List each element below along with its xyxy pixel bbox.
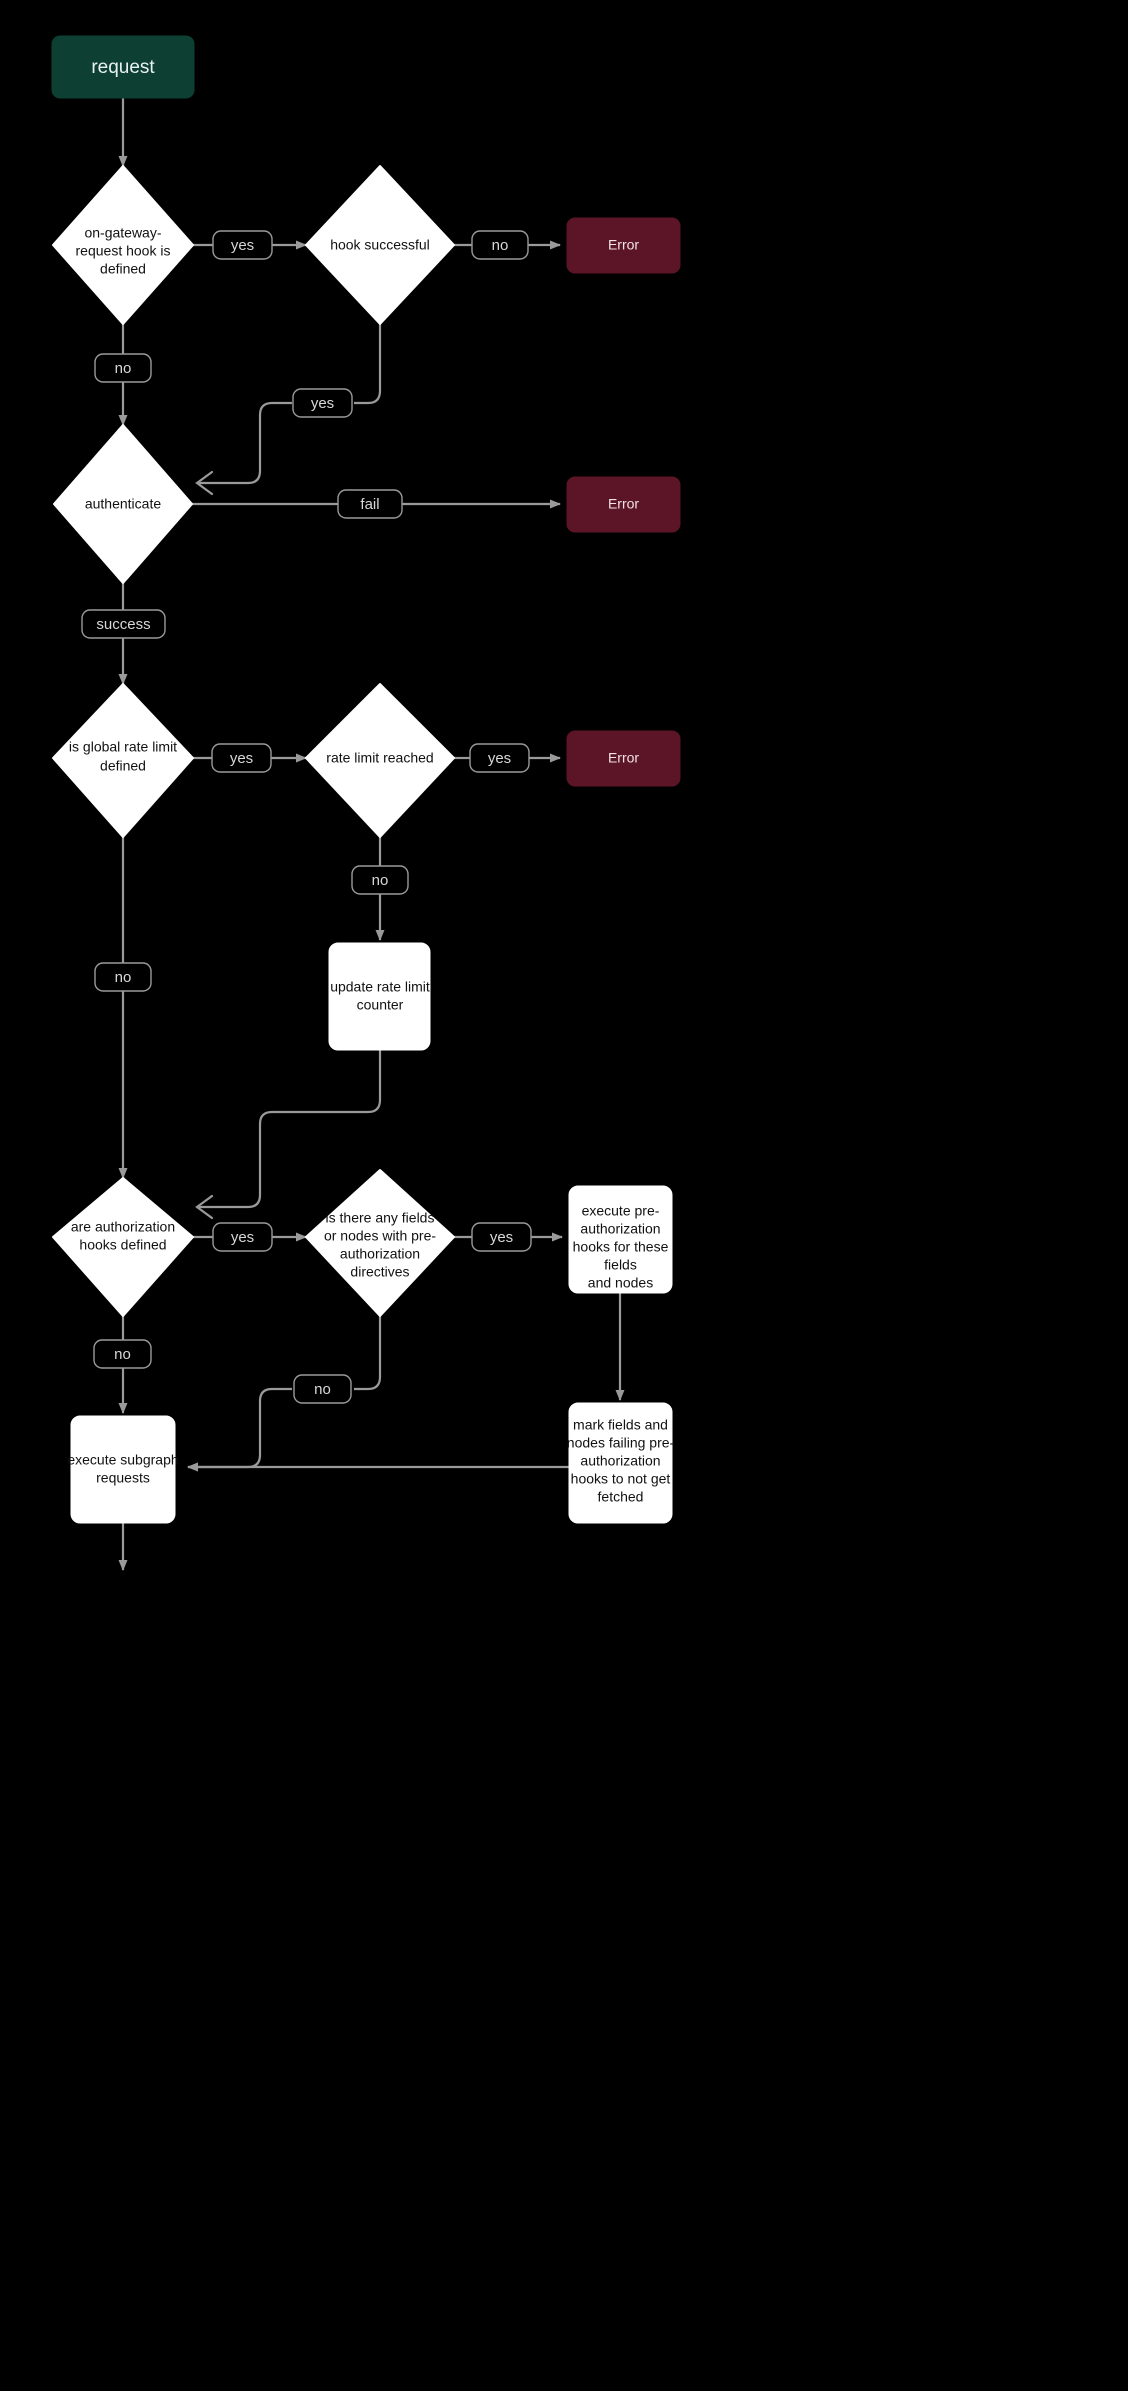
node-mark-fields-nodes[interactable]: mark fields and nodes failing pre- autho… [567, 1402, 675, 1524]
edge-label-ratelimitreached-no: no [351, 865, 409, 895]
edge-label-preauth-no: no [293, 1374, 352, 1404]
flowchart-canvas: request on-gateway- request hook is defi… [0, 0, 1128, 2391]
mark-fields-label-line1: mark fields and [573, 1417, 668, 1433]
node-error-ratelimit[interactable]: Error [566, 730, 681, 787]
flowchart-diagram: request on-gateway- request hook is defi… [51, 35, 681, 1571]
preauth-directives-label-line2: or nodes with pre- [324, 1228, 436, 1244]
edge-label-authzhooks-no: no [93, 1339, 152, 1369]
edge-preauth-no-tosubgraph [187, 1387, 292, 1472]
auth-fail-text: fail [360, 496, 379, 513]
edge-label-ratelimitdefined-no: no [94, 962, 152, 992]
on-gateway-hook-label-line1: on-gateway- [84, 225, 161, 241]
hook-successful-label: hook successful [330, 237, 430, 253]
error-hook-label: Error [608, 237, 639, 253]
execute-preauth-label-line5: and nodes [588, 1275, 653, 1291]
node-update-rate-limit-counter[interactable]: update rate limit counter [328, 942, 431, 1051]
hook-success-yes-text: yes [311, 395, 334, 412]
edge-hooksuccess-yes-down [354, 324, 382, 405]
node-are-authorization-hooks-defined[interactable]: are authorization hooks defined [52, 1177, 194, 1317]
edges-layer [118, 98, 625, 1571]
ratelimitreached-no-text: no [372, 872, 389, 889]
mark-fields-label-line4: hooks to not get [571, 1471, 671, 1487]
mark-fields-label-line2: nodes failing pre- [567, 1435, 675, 1451]
edge-label-hook-success-yes: yes [292, 388, 353, 418]
edge-label-hook-defined-no: no [94, 353, 152, 383]
authzhooks-no-text: no [114, 1346, 131, 1363]
edge-label-auth-fail: fail [337, 489, 403, 519]
edge-label-authzhooks-yes: yes [212, 1222, 273, 1252]
authenticate-label: authenticate [85, 496, 161, 512]
on-gateway-hook-label-line2: request hook is [76, 243, 171, 259]
edge-hooksuccess-yes-loop [199, 401, 292, 485]
edge-label-ratelimitreached-yes: yes [469, 743, 530, 773]
node-on-gateway-request-hook-defined[interactable]: on-gateway- request hook is defined [52, 165, 194, 325]
preauth-directives-label-line1: is there any fields [326, 1210, 435, 1226]
node-rate-limit-reached[interactable]: rate limit reached [305, 683, 455, 838]
global-rate-limit-label-line2: defined [100, 758, 146, 774]
node-execute-subgraph-requests[interactable]: execute subgraph requests [67, 1415, 179, 1524]
preauth-directives-label-line4: directives [350, 1264, 409, 1280]
execute-preauth-label-line4: fields [604, 1257, 637, 1273]
edge-label-preauth-yes: yes [471, 1222, 532, 1252]
edge-label-auth-success: success [81, 609, 166, 639]
node-error-auth[interactable]: Error [566, 476, 681, 533]
rate-limit-reached-label: rate limit reached [326, 750, 433, 766]
ratelimitdefined-yes-text: yes [230, 750, 253, 767]
preauth-yes-text: yes [490, 1229, 513, 1246]
edge-updatecounter-loop [199, 1050, 382, 1209]
node-authenticate[interactable]: authenticate [53, 424, 193, 584]
node-request[interactable]: request [51, 35, 195, 99]
global-rate-limit-label-line1: is global rate limit [69, 739, 177, 755]
error-ratelimit-label: Error [608, 750, 639, 766]
preauth-directives-label-line3: authorization [340, 1246, 420, 1262]
error-auth-label: Error [608, 496, 639, 512]
node-error-hook[interactable]: Error [566, 217, 681, 274]
mark-fields-label-line5: fetched [598, 1489, 644, 1505]
hook-defined-no-text: no [115, 360, 132, 377]
execute-preauth-label-line2: authorization [580, 1221, 660, 1237]
node-is-global-rate-limit-defined[interactable]: is global rate limit defined [52, 683, 194, 838]
execute-subgraph-label-line2: requests [96, 1470, 150, 1486]
node-execute-preauth-hooks[interactable]: execute pre- authorization hooks for the… [568, 1185, 673, 1294]
execute-preauth-label-line1: execute pre- [582, 1203, 660, 1219]
authz-hooks-label-line2: hooks defined [79, 1237, 166, 1253]
preauth-no-text: no [314, 1381, 331, 1398]
auth-success-text: success [96, 616, 150, 633]
node-preauth-directives[interactable]: is there any fields or nodes with pre- a… [305, 1169, 455, 1317]
update-counter-label-line2: counter [357, 997, 404, 1013]
execute-subgraph-label-line1: execute subgraph [67, 1452, 178, 1468]
execute-preauth-label-line3: hooks for these [573, 1239, 669, 1255]
on-gateway-hook-label-line3: defined [100, 261, 146, 277]
edge-label-hook-defined-yes: yes [212, 230, 273, 260]
authzhooks-yes-text: yes [231, 1229, 254, 1246]
hook-success-no-text: no [492, 237, 509, 254]
ratelimitreached-yes-text: yes [488, 750, 511, 767]
node-hook-successful[interactable]: hook successful [305, 165, 455, 325]
request-label: request [91, 57, 155, 78]
edge-label-ratelimitdefined-yes: yes [211, 743, 272, 773]
ratelimitdefined-no-text: no [115, 969, 132, 986]
authz-hooks-label-line1: are authorization [71, 1219, 175, 1235]
hook-defined-yes-text: yes [231, 237, 254, 254]
mark-fields-label-line3: authorization [580, 1453, 660, 1469]
update-counter-label-line1: update rate limit [330, 979, 430, 995]
edge-label-hook-success-no: no [471, 230, 529, 260]
edge-preauth-no-down [354, 1316, 382, 1391]
